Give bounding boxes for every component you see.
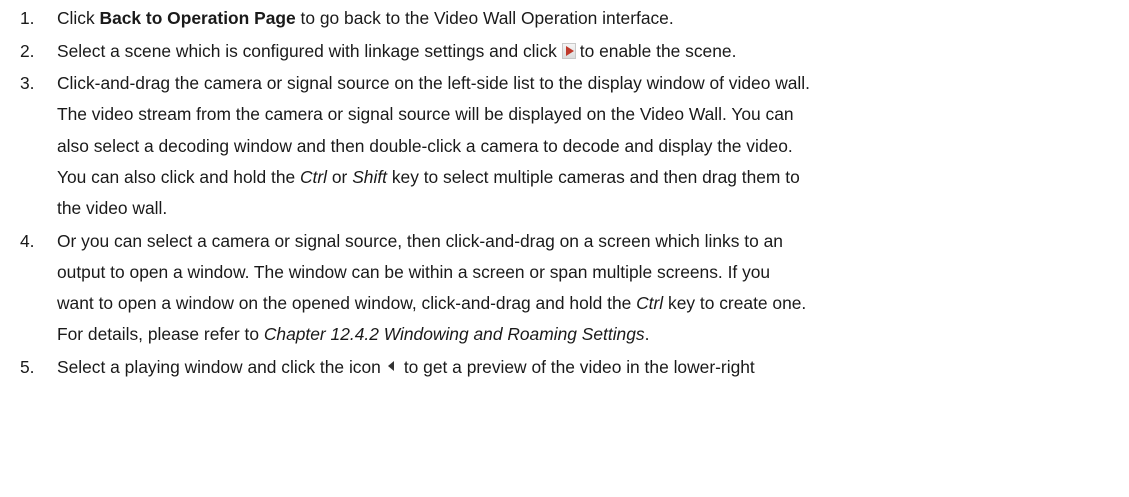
step-line: Select a scene which is configured with …: [57, 36, 1129, 67]
text-run: key to select multiple cameras and then …: [387, 166, 800, 187]
step-number: 4.: [20, 230, 35, 251]
step-number: 1.: [20, 8, 35, 28]
chapter-reference: Chapter 12.4.2 Windowing and Roaming Set…: [263, 324, 645, 345]
step-line: the video wall.: [57, 198, 168, 218]
step-line: want to open a window on the opened wind…: [57, 288, 1129, 319]
text-run: to go back to the Video Wall Operation i…: [295, 8, 674, 28]
text-run: For details, please refer to: [57, 324, 264, 345]
steps-list: 1. Click Back to Operation Page to go ba…: [0, 3, 1129, 384]
text-run: You can also click and hold the: [57, 166, 300, 187]
step-line: output to open a window. The window can …: [57, 261, 771, 282]
text-run: Click: [57, 8, 100, 28]
step-line: Click-and-drag the camera or signal sour…: [57, 73, 810, 94]
left-arrow-icon: [385, 358, 399, 375]
key-name-ctrl: Ctrl: [636, 293, 664, 313]
document-page: 1. Click Back to Operation Page to go ba…: [0, 0, 1129, 497]
text-run: key to create one.: [663, 293, 807, 313]
step-line: Select a playing window and click the ic…: [57, 352, 1129, 383]
step-line: The video stream from the camera or sign…: [57, 104, 794, 125]
text-run: want to open a window on the opened wind…: [57, 293, 637, 313]
step-line: Or you can select a camera or signal sou…: [57, 230, 783, 251]
step-3: 3. Click-and-drag the camera or signal s…: [0, 68, 1129, 224]
step-line: For details, please refer to Chapter 12.…: [57, 319, 1129, 350]
step-5: 5. Select a playing window and click the…: [0, 352, 1129, 383]
step-number: 5.: [20, 356, 35, 377]
step-line: You can also click and hold the Ctrl or …: [57, 162, 1129, 193]
text-run: to enable the scene.: [579, 40, 737, 61]
text-run: or: [327, 166, 353, 187]
play-icon: [561, 42, 576, 59]
text-run: .: [644, 324, 650, 345]
key-name-ctrl: Ctrl: [300, 166, 328, 187]
step-4: 4. Or you can select a camera or signal …: [0, 226, 1129, 351]
step-2: 2. Select a scene which is configured wi…: [0, 36, 1129, 67]
step-number: 3.: [20, 73, 35, 94]
text-run: Select a playing window and click the ic…: [57, 356, 381, 377]
step-number: 2.: [20, 40, 35, 61]
text-run: to get a preview of the video in the low…: [403, 356, 755, 377]
key-name-shift: Shift: [352, 166, 387, 187]
step-1: 1. Click Back to Operation Page to go ba…: [0, 3, 1129, 34]
ui-label-back-to-operation-page: Back to Operation Page: [99, 8, 296, 28]
step-line: Click Back to Operation Page to go back …: [57, 3, 1129, 34]
step-line: also select a decoding window and then d…: [57, 135, 793, 156]
text-run: Select a scene which is configured with …: [57, 40, 557, 61]
